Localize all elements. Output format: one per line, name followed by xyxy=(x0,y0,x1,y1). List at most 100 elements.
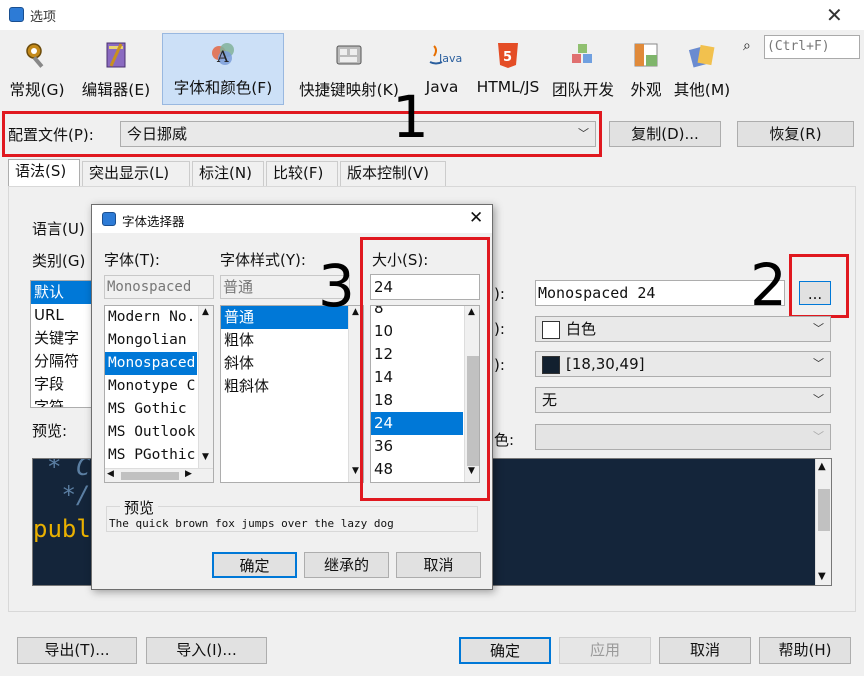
misc-icon xyxy=(687,40,717,70)
app-icon xyxy=(9,7,24,22)
list-item[interactable]: 关键字 xyxy=(31,327,95,350)
font-list-scrollbar[interactable]: ▲ ▼ xyxy=(198,306,213,468)
dialog-cancel-button[interactable]: 取消 xyxy=(396,552,481,578)
profile-select[interactable]: 今日挪威 ﹀ xyxy=(120,121,596,147)
font-chooser-dialog: 字体选择器 ✕ 字体(T): 字体样式(Y): 大小(S): Monospace… xyxy=(91,204,493,590)
browse-font-button[interactable]: ... xyxy=(799,281,831,305)
category-label: 编辑器(E) xyxy=(81,81,151,99)
list-item[interactable]: MS PGothic xyxy=(105,444,197,467)
preview-title: 预览 xyxy=(120,497,159,518)
style-list[interactable]: 普通 粗体 斜体 粗斜体 ▲ ▼ xyxy=(220,305,364,483)
font-list[interactable]: Modern No. Mongolian Monospaced Monotype CM… xyxy=(104,305,214,483)
list-item[interactable]: 字段 xyxy=(31,373,95,396)
category-misc[interactable]: 其他(M) xyxy=(670,36,734,104)
category-fonts-colors[interactable]: A 字体和颜色(F) xyxy=(162,33,284,105)
annotation-number-2: 2 xyxy=(750,251,787,319)
category-label: 外观 xyxy=(630,81,662,99)
tab-highlighting[interactable]: 突出显示(L) xyxy=(82,161,190,186)
dialog-ok-button[interactable]: 确定 xyxy=(212,552,297,578)
import-button[interactable]: 导入(I)... xyxy=(146,637,267,664)
title-bar: 选项 ✕ xyxy=(0,0,864,30)
search-input[interactable]: (Ctrl+F) xyxy=(764,35,860,59)
restore-button[interactable]: 恢复(R) xyxy=(737,121,854,147)
code-line: * C xyxy=(47,458,91,481)
list-item[interactable]: Monotype C xyxy=(105,375,197,398)
svg-text:Java: Java xyxy=(438,52,462,65)
dialog-app-icon xyxy=(102,212,116,226)
list-item[interactable]: Monospaced xyxy=(105,352,197,375)
font-field-label: ): xyxy=(494,285,505,303)
appearance-icon xyxy=(631,40,661,70)
annotation-box-3 xyxy=(360,237,490,501)
list-item[interactable]: 粗体 xyxy=(221,329,348,352)
background-select[interactable]: [18,30,49] ﹀ xyxy=(535,351,831,377)
copy-button[interactable]: 复制(D)... xyxy=(609,121,721,147)
annotation-number-1: 1 xyxy=(392,83,429,151)
category-team[interactable]: 团队开发 xyxy=(546,36,620,104)
dialog-close-button[interactable]: ✕ xyxy=(469,208,483,228)
dialog-title-bar: 字体选择器 ✕ xyxy=(92,205,492,233)
effect-value: 无 xyxy=(542,391,558,409)
list-item[interactable]: 字符 xyxy=(31,396,95,407)
tab-syntax[interactable]: 语法(S) xyxy=(8,159,80,186)
java-icon: Java xyxy=(422,40,462,70)
effect-color-select[interactable]: ﹀ xyxy=(535,424,831,450)
background-value: [18,30,49] xyxy=(566,355,645,373)
tab-diff[interactable]: 比较(F) xyxy=(266,161,338,186)
foreground-label: ): xyxy=(494,320,505,338)
code-line: publ xyxy=(33,515,91,543)
tab-annotations[interactable]: 标注(N) xyxy=(192,161,264,186)
category-label: 类别(G) xyxy=(32,252,86,270)
list-item[interactable]: Mongolian xyxy=(105,329,197,352)
tab-versioning[interactable]: 版本控制(V) xyxy=(340,161,446,186)
ok-button[interactable]: 确定 xyxy=(459,637,551,664)
scroll-thumb[interactable] xyxy=(121,472,179,480)
font-list-hscrollbar[interactable]: ◀ ▶ xyxy=(105,468,213,482)
chevron-down-icon: ﹀ xyxy=(813,357,824,370)
font-name-field[interactable]: Monospaced xyxy=(104,275,214,299)
font-field-value: Monospaced 24 xyxy=(538,284,656,302)
category-editor[interactable]: 编辑器(E) xyxy=(74,36,158,104)
language-label: 语言(U) xyxy=(32,220,85,238)
category-html5[interactable]: 5 HTML/JS xyxy=(472,36,544,104)
scroll-down-icon: ▼ xyxy=(352,466,359,476)
scroll-thumb[interactable] xyxy=(818,489,830,531)
category-gear-wrench[interactable]: 常规(G) xyxy=(4,36,70,104)
help-button[interactable]: 帮助(H) xyxy=(759,637,851,664)
export-button[interactable]: 导出(T)... xyxy=(17,637,137,664)
search-icon: ⌕ xyxy=(743,38,751,54)
cancel-button[interactable]: 取消 xyxy=(659,637,751,664)
font-list-items: Modern No. Mongolian Monospaced Monotype CM… xyxy=(105,306,213,467)
list-item[interactable]: 斜体 xyxy=(221,352,348,375)
apply-button[interactable]: 应用 xyxy=(559,637,651,664)
list-item[interactable]: MS Gothic xyxy=(105,398,197,421)
foreground-swatch xyxy=(542,320,560,339)
effect-select[interactable]: 无 ﹀ xyxy=(535,387,831,413)
scroll-down-icon: ▼ xyxy=(202,452,209,462)
dialog-inherit-button[interactable]: 继承的 xyxy=(304,552,389,578)
preview-label: 预览: xyxy=(32,422,68,440)
list-item[interactable]: MS Outlook xyxy=(105,421,197,444)
category-list[interactable]: 默认 URL 关键字 分隔符 字段 字符 xyxy=(30,280,96,408)
list-item[interactable]: 粗斜体 xyxy=(221,375,348,398)
list-item[interactable]: URL xyxy=(31,304,95,327)
profile-value: 今日挪威 xyxy=(127,125,188,143)
list-item[interactable]: 分隔符 xyxy=(31,350,95,373)
foreground-select[interactable]: 白色 ﹀ xyxy=(535,316,831,342)
fonts-colors-icon: A xyxy=(208,38,238,68)
team-icon xyxy=(568,40,598,70)
annotation-number-3: 3 xyxy=(318,252,355,320)
style-label: 字体样式(Y): xyxy=(220,251,306,269)
category-appearance[interactable]: 外观 xyxy=(624,36,668,104)
list-item[interactable]: 默认 xyxy=(31,281,95,304)
close-window-button[interactable]: ✕ xyxy=(826,3,843,27)
font-field: Monospaced 24 xyxy=(535,280,785,306)
editor-scrollbar[interactable]: ▲ ▼ xyxy=(815,459,831,585)
window-title: 选项 xyxy=(30,10,57,25)
scroll-up-icon: ▲ xyxy=(818,461,826,472)
list-item[interactable]: Modern No. xyxy=(105,306,197,329)
background-label: ): xyxy=(494,356,505,374)
dialog-title: 字体选择器 xyxy=(122,214,185,229)
scroll-left-icon: ◀ xyxy=(107,469,114,479)
chevron-down-icon: ﹀ xyxy=(813,393,824,406)
